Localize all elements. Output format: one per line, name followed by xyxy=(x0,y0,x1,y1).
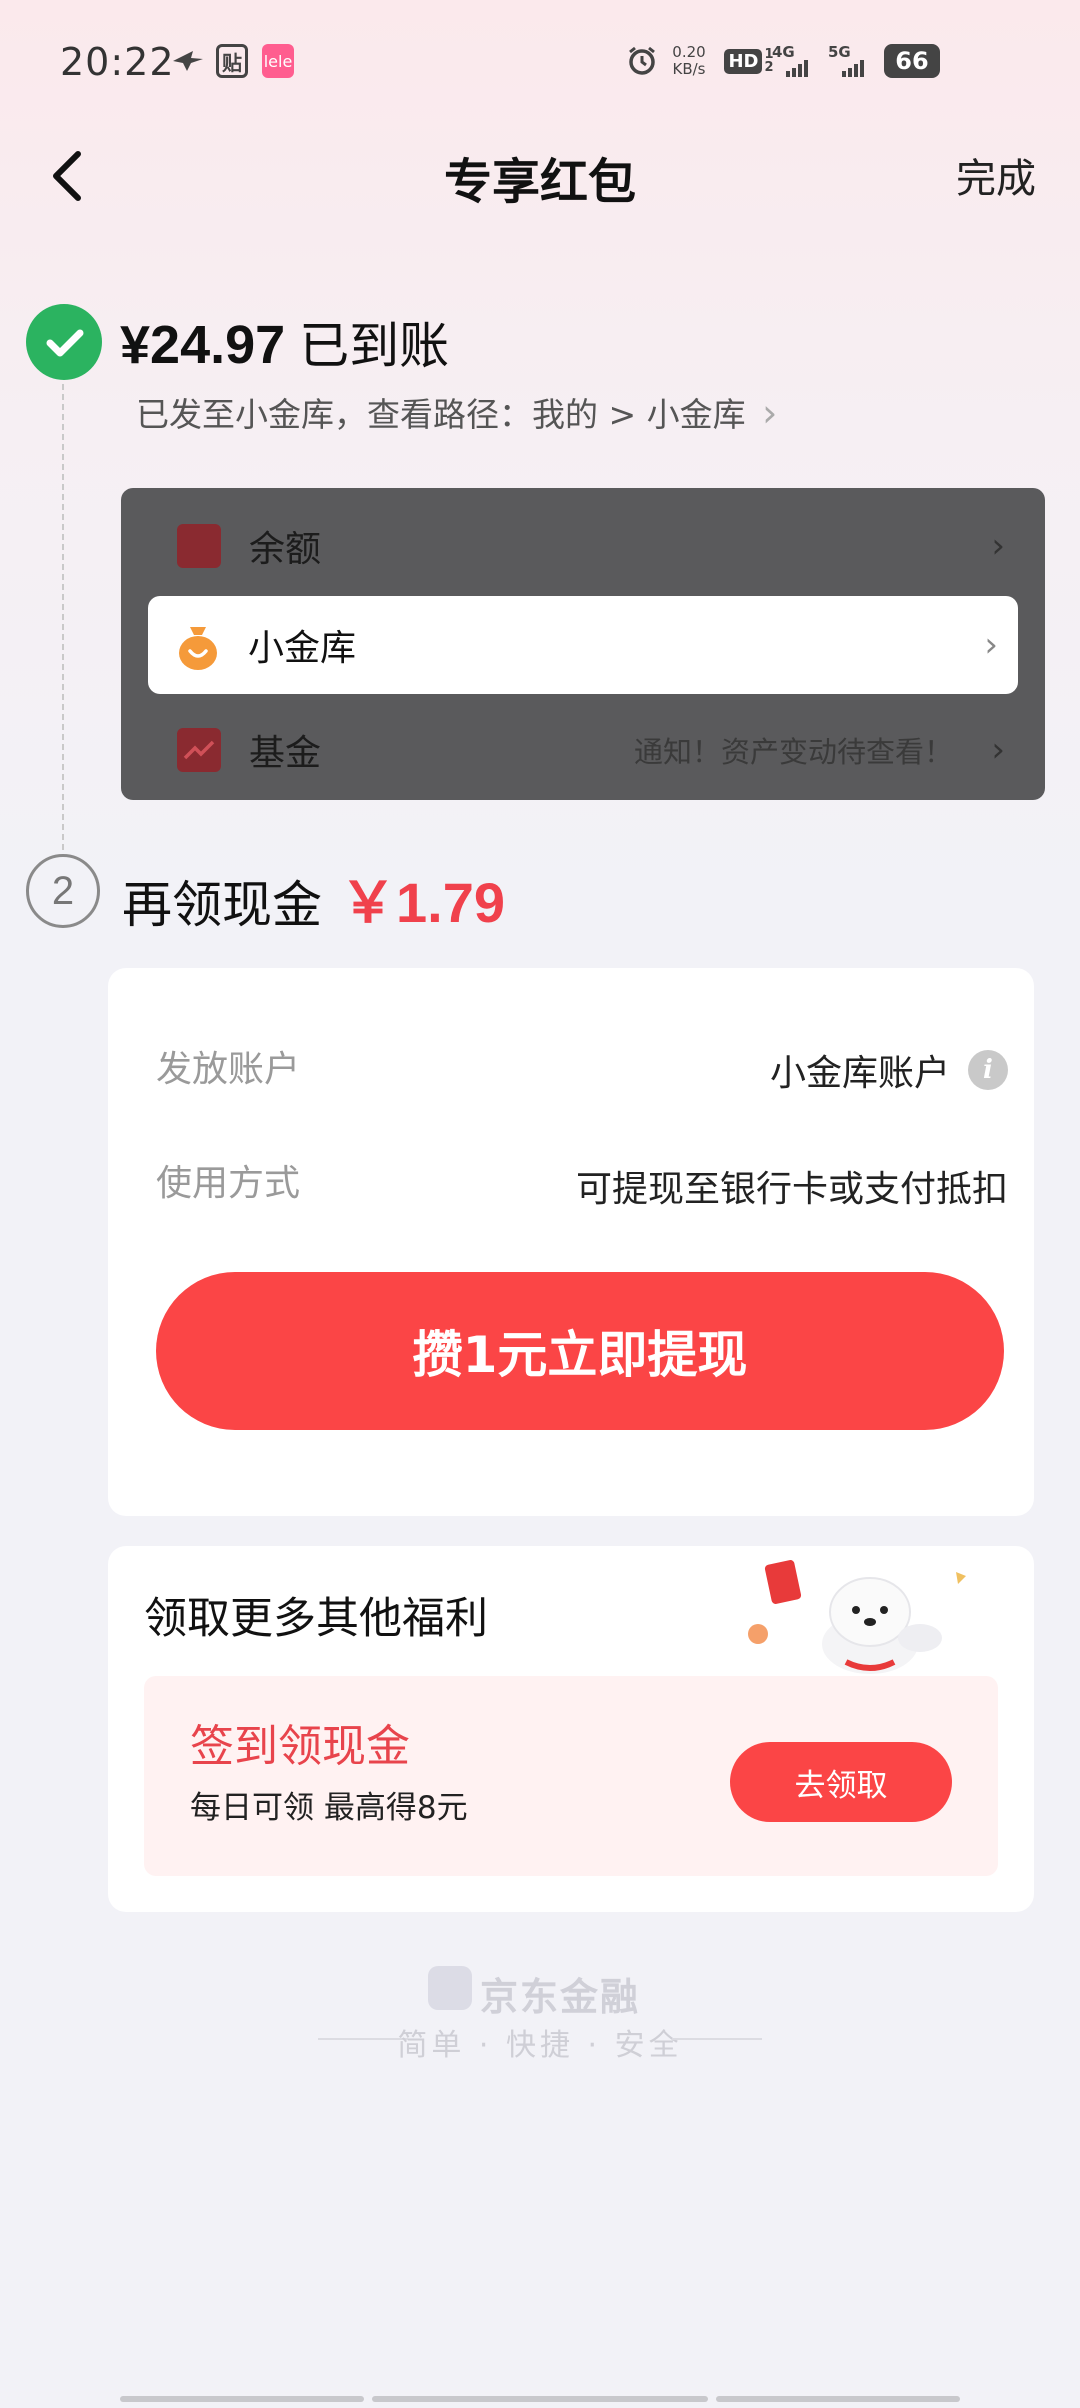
step-number-badge: 2 xyxy=(26,854,100,928)
chevron-right-icon: › xyxy=(991,526,1005,566)
battery-icon: 66 xyxy=(884,44,940,78)
alarm-icon xyxy=(624,44,660,78)
usage-label: 使用方式 xyxy=(156,1163,301,1204)
wallet-icon xyxy=(177,524,221,568)
lele-icon: lele xyxy=(262,44,294,78)
checkin-subtitle: 每日可领 最高得8元 xyxy=(190,1790,468,1826)
account-label: 发放账户 xyxy=(156,1049,301,1090)
check-icon xyxy=(26,304,102,380)
menu-item-label: 余额 xyxy=(249,529,322,570)
joy-dog-mascot-icon xyxy=(738,1552,988,1682)
menu-item-balance[interactable]: 余额 › xyxy=(121,496,1045,596)
page-title: 专享红包 xyxy=(443,154,636,210)
guide-menu-card: 余额 › 小金库 › 基金 通知！资产变动待查看！ › xyxy=(121,488,1045,800)
status-bar: 20:22 贴 lele 0.20 KB/s HD 1 2 4G 5G 66 xyxy=(0,0,1080,130)
jd-finance-logo-icon xyxy=(428,1966,472,2010)
gesture-bar-left xyxy=(120,2396,364,2402)
account-value: 小金库账户 i xyxy=(770,1044,1008,1096)
brand-slogan: 简单 · 快捷 · 安全 xyxy=(397,2028,683,2063)
claim-button[interactable]: 去领取 xyxy=(730,1742,952,1822)
timeline-line xyxy=(62,384,64,850)
menu-item-note: 通知！资产变动待查看！ xyxy=(633,735,953,769)
brand-name: 京东金融 xyxy=(480,1975,641,2019)
step2-amount: ￥1.79 xyxy=(340,871,505,934)
menu-item-label: 小金库 xyxy=(248,628,357,669)
bird-icon xyxy=(170,44,206,78)
5g-signal-icon: 5G xyxy=(828,44,878,78)
gesture-bar-right xyxy=(716,2396,960,2402)
usage-value: 可提现至银行卡或支付抵扣 xyxy=(575,1169,1008,1210)
hd-icon: HD 1 2 xyxy=(720,44,778,78)
chevron-right-icon: › xyxy=(984,625,998,665)
net-speed: 0.20 KB/s xyxy=(672,43,706,78)
received-amount-value: ¥24.97 xyxy=(120,315,286,375)
menu-item-xiaojinku[interactable]: 小金库 › xyxy=(148,596,1018,694)
done-button[interactable]: 完成 xyxy=(956,146,1036,204)
step2-title: 再领现金 ￥1.79 xyxy=(122,858,505,939)
checkin-title: 签到领现金 xyxy=(190,1721,410,1772)
received-status: 已到账 xyxy=(299,317,450,375)
withdraw-button[interactable]: 攒1元立即提现 xyxy=(156,1272,1004,1430)
gesture-bar-center xyxy=(372,2396,708,2402)
chevron-right-icon: › xyxy=(991,730,1005,770)
menu-item-fund[interactable]: 基金 通知！资产变动待查看！ › xyxy=(121,700,1045,800)
menu-item-label: 基金 xyxy=(249,733,322,774)
moneybag-icon xyxy=(176,623,220,670)
info-icon[interactable]: i xyxy=(968,1050,1008,1090)
fund-chart-icon xyxy=(177,728,221,772)
view-path-link[interactable]: 已发至小金库，查看路径：我的 > 小金库 › xyxy=(136,388,777,436)
more-benefits-title: 领取更多其他福利 xyxy=(144,1594,488,1644)
view-path-text: 已发至小金库，查看路径：我的 > 小金库 xyxy=(136,395,746,434)
tie-icon: 贴 xyxy=(216,44,248,78)
account-value-text: 小金库账户 xyxy=(769,1053,950,1094)
step2-title-text: 再领现金 xyxy=(122,876,322,934)
slogan-divider-right xyxy=(672,2038,762,2040)
status-time: 20:22 xyxy=(60,40,175,84)
received-amount: ¥24.97 已到账 xyxy=(120,306,449,378)
4g-signal-icon: 4G xyxy=(772,44,820,78)
chevron-right-icon: › xyxy=(762,391,778,435)
